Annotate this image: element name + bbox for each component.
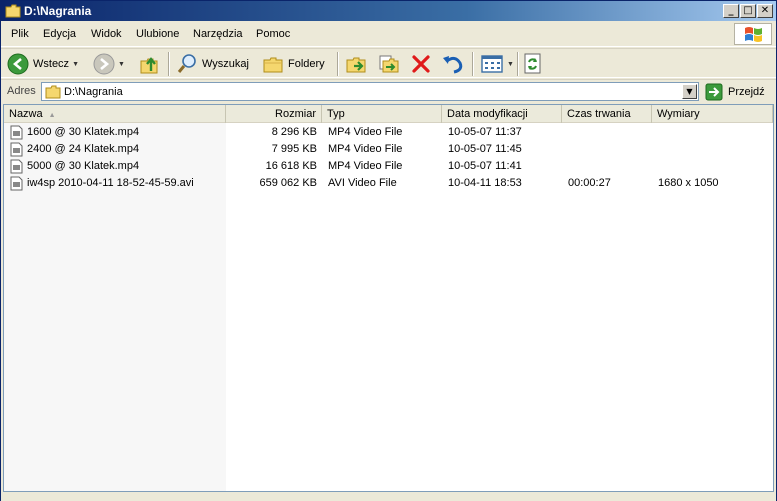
back-arrow-icon xyxy=(7,53,29,75)
go-button[interactable]: Przejdź xyxy=(705,82,765,102)
file-modified: 10-05-07 11:45 xyxy=(448,143,522,155)
windows-flag-icon xyxy=(745,27,762,42)
folder-up-icon xyxy=(140,57,158,74)
forward-dropdown-icon[interactable]: ▼ xyxy=(118,61,125,68)
toolbar-separator xyxy=(168,52,170,76)
minimize-button[interactable]: _ xyxy=(723,4,739,18)
delete-button[interactable] xyxy=(410,52,432,76)
back-button[interactable]: Wstecz ▼ xyxy=(7,52,79,76)
file-duration: 00:00:27 xyxy=(568,177,611,189)
toolbar: Wstecz ▼ ▼ Wyszukaj Foldery ▼ xyxy=(1,48,776,78)
toolbar-separator xyxy=(517,52,519,76)
toolbar-separator xyxy=(337,52,339,76)
file-modified: 10-05-07 11:41 xyxy=(448,160,522,172)
maximize-button[interactable]: □ xyxy=(740,4,756,18)
move-to-button[interactable] xyxy=(345,52,369,76)
file-size: 16 618 KB xyxy=(265,160,317,172)
file-dimensions: 1680 x 1050 xyxy=(658,177,719,189)
address-label: Adres xyxy=(7,85,36,97)
address-path: D:\Nagrania xyxy=(64,86,123,98)
move-to-icon xyxy=(346,57,366,73)
file-name: 5000 @ 30 Klatek.mp4 xyxy=(27,160,140,172)
sync-icon xyxy=(524,53,541,74)
undo-icon xyxy=(443,56,463,74)
menu-view[interactable]: Widok xyxy=(91,28,122,40)
file-icon xyxy=(10,159,23,174)
file-list[interactable]: Nazwa ▲ Rozmiar Typ Data modyfikacji Czas… xyxy=(3,104,774,492)
column-header-name[interactable]: Nazwa ▲ xyxy=(4,105,226,123)
address-bar: Adres D:\Nagrania ▼ Przejdź xyxy=(1,79,776,103)
column-header-size[interactable]: Rozmiar xyxy=(226,105,322,123)
forward-arrow-icon xyxy=(93,53,115,75)
menu-help[interactable]: Pomoc xyxy=(256,28,290,40)
file-type: MP4 Video File xyxy=(328,126,403,138)
copy-to-icon xyxy=(379,55,399,73)
column-header-modified[interactable]: Data modyfikacji xyxy=(442,105,562,123)
window-bottom-edge xyxy=(1,493,776,501)
file-icon xyxy=(10,176,23,191)
file-row[interactable]: 2400 @ 24 Klatek.mp4 7 995 KB MP4 Video … xyxy=(4,141,773,158)
back-dropdown-icon[interactable]: ▼ xyxy=(72,61,79,68)
sync-button[interactable] xyxy=(523,52,543,76)
file-icon xyxy=(10,142,23,157)
file-type: AVI Video File xyxy=(328,177,397,189)
menu-bar: Plik Edycja Widok Ulubione Narzędzia Pom… xyxy=(1,21,776,47)
toolbar-separator xyxy=(472,52,474,76)
up-button[interactable] xyxy=(139,52,161,76)
back-label: Wstecz xyxy=(33,58,70,70)
folders-button[interactable]: Foldery xyxy=(262,52,325,76)
search-icon xyxy=(177,54,196,73)
views-button[interactable]: ▼ xyxy=(480,52,514,76)
copy-to-button[interactable] xyxy=(376,52,400,76)
views-icon xyxy=(481,55,503,73)
menu-edit[interactable]: Edycja xyxy=(43,28,76,40)
file-type: MP4 Video File xyxy=(328,160,403,172)
file-name: 2400 @ 24 Klatek.mp4 xyxy=(27,143,140,155)
file-row[interactable]: 5000 @ 30 Klatek.mp4 16 618 KB MP4 Video… xyxy=(4,158,773,175)
file-icon xyxy=(10,125,23,140)
close-button[interactable]: ✕ xyxy=(757,4,773,18)
list-header: Nazwa ▲ Rozmiar Typ Data modyfikacji Czas… xyxy=(4,105,773,123)
windows-logo xyxy=(734,23,772,45)
file-name: iw4sp 2010-04-11 18-52-45-59.avi xyxy=(27,177,194,189)
undo-button[interactable] xyxy=(441,52,465,76)
folders-icon xyxy=(263,57,283,73)
explorer-window: D:\Nagrania _ □ ✕ Plik Edycja Widok Ulub… xyxy=(0,0,777,501)
file-modified: 10-05-07 11:37 xyxy=(448,126,522,138)
menu-favorites[interactable]: Ulubione xyxy=(136,28,179,40)
file-modified: 10-04-11 18:53 xyxy=(448,177,522,189)
go-label: Przejdź xyxy=(728,86,765,98)
address-dropdown-icon[interactable]: ▼ xyxy=(682,84,697,99)
address-input[interactable]: D:\Nagrania ▼ xyxy=(41,82,699,101)
title-bar[interactable]: D:\Nagrania _ □ ✕ xyxy=(1,1,776,21)
file-type: MP4 Video File xyxy=(328,143,403,155)
column-header-type[interactable]: Typ xyxy=(322,105,442,123)
delete-icon xyxy=(412,55,430,73)
sort-ascending-icon: ▲ xyxy=(48,112,56,119)
views-dropdown-icon[interactable]: ▼ xyxy=(507,61,514,68)
menu-tools[interactable]: Narzędzia xyxy=(193,28,243,40)
column-name-label: Nazwa xyxy=(9,108,43,120)
column-header-duration[interactable]: Czas trwania xyxy=(562,105,652,123)
file-name: 1600 @ 30 Klatek.mp4 xyxy=(27,126,140,138)
file-size: 7 995 KB xyxy=(271,143,317,155)
file-size: 659 062 KB xyxy=(259,177,318,189)
folder-icon xyxy=(45,85,61,99)
file-row[interactable]: 1600 @ 30 Klatek.mp4 8 296 KB MP4 Video … xyxy=(4,124,773,141)
file-row[interactable]: iw4sp 2010-04-11 18-52-45-59.avi 659 062… xyxy=(4,175,773,192)
file-size: 8 296 KB xyxy=(271,126,317,138)
window-title: D:\Nagrania xyxy=(24,4,92,18)
column-header-dimensions[interactable]: Wymiary xyxy=(652,105,773,123)
go-arrow-icon xyxy=(705,83,723,101)
menu-file[interactable]: Plik xyxy=(11,28,29,40)
search-label: Wyszukaj xyxy=(202,58,249,70)
folders-label: Foldery xyxy=(288,58,325,70)
forward-button[interactable]: ▼ xyxy=(93,52,125,76)
folder-icon xyxy=(5,4,21,18)
search-button[interactable]: Wyszukaj xyxy=(176,52,249,76)
